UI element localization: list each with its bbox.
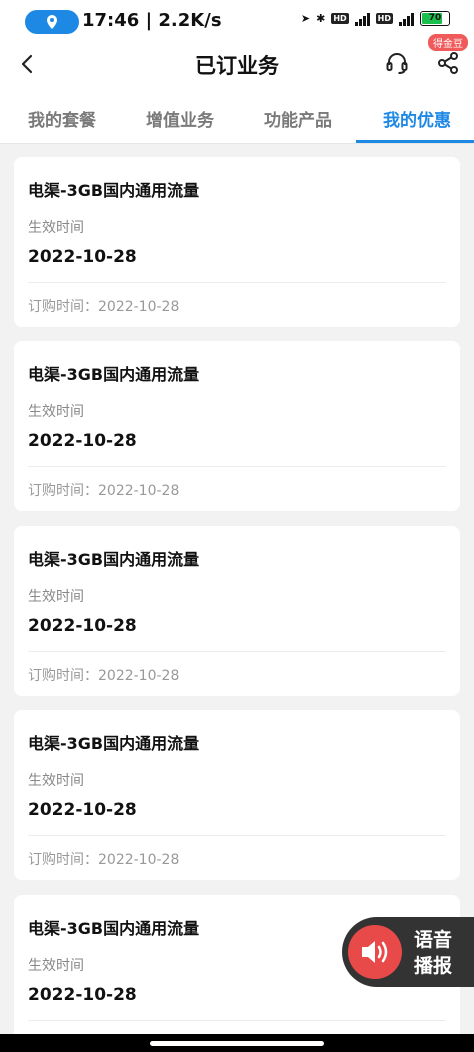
voice-label-line2: 播报	[414, 955, 453, 977]
effective-time-label: 生效时间	[28, 404, 84, 420]
offer-name: 电渠-3GB国内通用流量	[28, 365, 200, 384]
offer-card[interactable]: 电渠-3GB国内通用流量 生效时间 2022-10-28 订购时间：2022-1…	[14, 710, 460, 880]
tab-my-package[interactable]: 我的套餐	[28, 106, 96, 131]
effective-time-label: 生效时间	[28, 958, 84, 974]
voice-broadcast-button[interactable]: 语音 播报	[342, 917, 474, 987]
tab-my-offers[interactable]: 我的优惠	[383, 106, 451, 131]
offer-card[interactable]: 电渠-3GB国内通用流量 生效时间 2022-10-28 订购时间：2022-1…	[14, 526, 460, 696]
app-header: 已订业务 得金豆	[0, 34, 474, 92]
offer-name: 电渠-3GB国内通用流量	[28, 734, 200, 753]
signal-icon-2	[399, 12, 414, 26]
offer-name: 电渠-3GB国内通用流量	[28, 919, 200, 938]
location-indicator	[25, 10, 79, 34]
gold-bean-badge[interactable]: 得金豆	[428, 34, 468, 51]
divider	[28, 466, 446, 467]
voice-circle	[348, 925, 402, 979]
status-bar: 17:46 | 2.2K/s ➤ ✱ HD HD 70	[0, 0, 474, 42]
active-tab-indicator	[356, 140, 474, 143]
system-nav-bar	[0, 1034, 474, 1052]
share-icon[interactable]	[435, 50, 461, 76]
status-icons: ➤ ✱ HD HD 70	[301, 11, 450, 26]
signal-icon	[354, 12, 370, 26]
location-pin-icon	[47, 15, 57, 29]
divider	[28, 651, 446, 652]
offer-name: 电渠-3GB国内通用流量	[28, 550, 200, 569]
battery-icon: 70	[420, 11, 450, 26]
hd-badge-2: HD	[375, 13, 393, 24]
tab-bar: 我的套餐 增值业务 功能产品 我的优惠	[0, 92, 474, 144]
order-time: 订购时间：2022-10-28	[28, 668, 180, 684]
customer-service-icon[interactable]	[384, 50, 410, 76]
offer-name: 电渠-3GB国内通用流量	[28, 181, 200, 200]
effective-date: 2022-10-28	[28, 431, 137, 451]
location-arrow-icon: ➤	[300, 12, 311, 25]
effective-time-label: 生效时间	[28, 589, 84, 605]
voice-label-line1: 语音	[414, 929, 453, 951]
home-indicator[interactable]	[150, 1041, 324, 1046]
speaker-icon	[362, 941, 388, 963]
effective-date: 2022-10-28	[28, 800, 137, 820]
divider	[28, 1020, 446, 1021]
hd-badge: HD	[331, 13, 349, 24]
effective-time-label: 生效时间	[28, 773, 84, 789]
effective-date: 2022-10-28	[28, 616, 137, 636]
divider	[28, 835, 446, 836]
bluetooth-icon: ✱	[316, 12, 326, 25]
order-time: 订购时间：2022-10-28	[28, 852, 180, 868]
battery-level: 70	[428, 13, 442, 23]
order-time: 订购时间：2022-10-28	[28, 299, 180, 315]
order-time: 订购时间：2022-10-28	[28, 483, 180, 499]
status-time: 17:46 | 2.2K/s	[82, 10, 222, 31]
offer-card[interactable]: 电渠-3GB国内通用流量 生效时间 2022-10-28 订购时间：2022-1…	[14, 157, 460, 327]
effective-date: 2022-10-28	[28, 247, 137, 267]
effective-time-label: 生效时间	[28, 220, 84, 236]
effective-date: 2022-10-28	[28, 985, 137, 1005]
voice-label: 语音 播报	[414, 927, 462, 979]
offer-card[interactable]: 电渠-3GB国内通用流量 生效时间 2022-10-28 订购时间：2022-1…	[14, 341, 460, 511]
tab-function-products[interactable]: 功能产品	[264, 106, 332, 131]
divider	[28, 282, 446, 283]
tab-value-added[interactable]: 增值业务	[146, 106, 214, 131]
